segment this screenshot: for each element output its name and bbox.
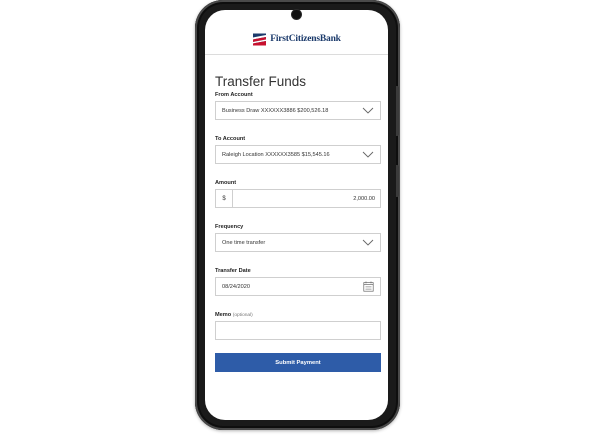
to-account-select[interactable]: Raleigh Location XXXXXX3585 $15,545.16 xyxy=(215,145,381,164)
from-account-value: Business Draw XXXXXX3886 $200,526.18 xyxy=(222,107,329,114)
transfer-date-value: 08/24/2020 xyxy=(222,283,250,290)
header-divider xyxy=(205,54,388,55)
power-button xyxy=(396,165,399,197)
frequency-label: Frequency xyxy=(215,224,244,230)
chevron-down-icon xyxy=(362,239,374,246)
amount-input[interactable]: $ 2,000.00 xyxy=(215,189,381,208)
memo-input[interactable] xyxy=(215,321,381,340)
chevron-down-icon xyxy=(362,107,374,114)
volume-button xyxy=(396,86,399,136)
front-camera xyxy=(292,10,301,19)
from-account-label: From Account xyxy=(215,92,253,98)
submit-payment-button[interactable]: Submit Payment xyxy=(215,353,381,372)
phone-screen: FirstCitizensBank Transfer Funds From Ac… xyxy=(205,10,388,420)
page-title: Transfer Funds xyxy=(215,74,307,89)
amount-value: 2,000.00 xyxy=(353,195,375,202)
bank-flag-logo xyxy=(253,33,267,45)
transfer-date-input[interactable]: 08/24/2020 xyxy=(215,277,381,296)
to-account-label: To Account xyxy=(215,136,246,142)
frequency-value: One time transfer xyxy=(222,239,266,246)
brand-header[interactable]: FirstCitizensBank xyxy=(205,28,388,50)
currency-symbol: $ xyxy=(216,190,233,207)
frequency-select[interactable]: One time transfer xyxy=(215,233,381,252)
amount-label: Amount xyxy=(215,180,237,186)
memo-optional-hint: (optional) xyxy=(232,313,253,318)
memo-label-text: Memo xyxy=(215,312,232,318)
from-account-select[interactable]: Business Draw XXXXXX3886 $200,526.18 xyxy=(215,101,381,120)
to-account-value: Raleigh Location XXXXXX3585 $15,545.16 xyxy=(222,151,330,158)
memo-label: Memo (optional) xyxy=(215,312,253,318)
chevron-down-icon xyxy=(362,151,374,158)
transfer-date-label: Transfer Date xyxy=(215,268,251,274)
brand-name: FirstCitizensBank xyxy=(270,34,341,44)
calendar-icon[interactable] xyxy=(363,281,374,292)
